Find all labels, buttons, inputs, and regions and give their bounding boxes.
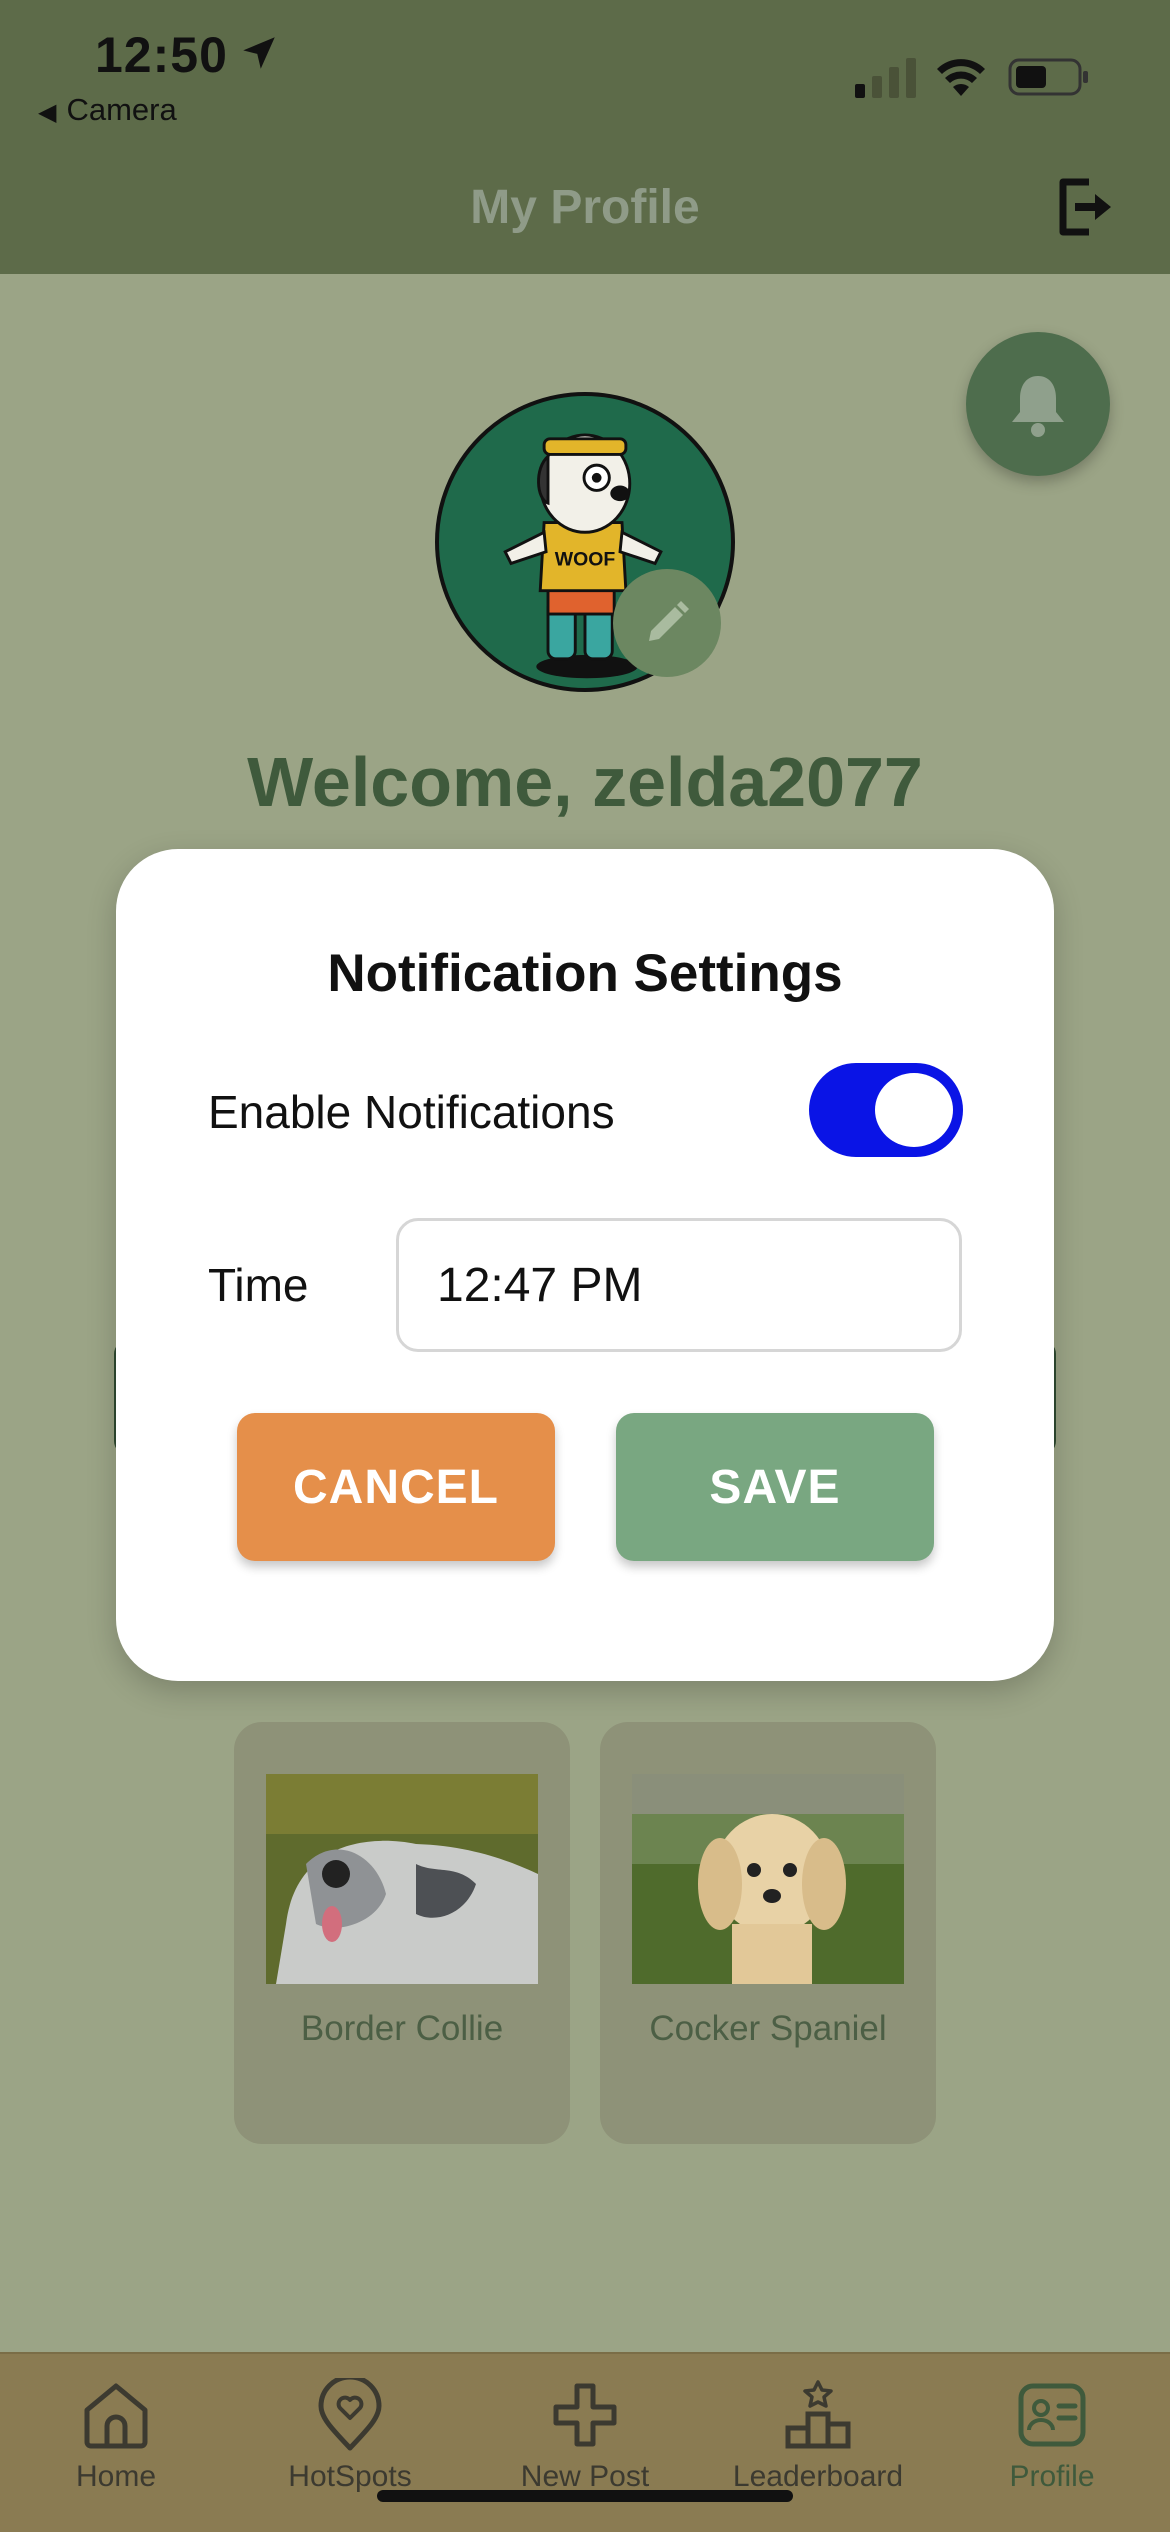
notification-settings-modal: Notification Settings Enable Notificatio… bbox=[116, 849, 1054, 1681]
tab-leaderboard[interactable]: Leaderboard bbox=[718, 2378, 918, 2494]
battery-icon bbox=[1008, 58, 1088, 96]
tab-label: New Post bbox=[520, 2460, 650, 2493]
podium-icon bbox=[785, 2380, 851, 2449]
time-input[interactable] bbox=[396, 1218, 962, 1352]
map-pin-icon bbox=[318, 2378, 382, 2451]
wifi-icon bbox=[937, 59, 985, 96]
cellular-signal-icon bbox=[855, 58, 916, 98]
back-to-camera-link[interactable]: ◀ Camera bbox=[38, 92, 177, 128]
enable-notifications-label: Enable Notifications bbox=[208, 1086, 615, 1138]
logout-icon[interactable] bbox=[1055, 176, 1117, 238]
welcome-heading: Welcome, zelda2077 bbox=[247, 743, 923, 821]
enable-notifications-toggle[interactable] bbox=[809, 1063, 963, 1157]
tab-home[interactable]: Home bbox=[16, 2378, 216, 2494]
tab-label: Home bbox=[75, 2460, 157, 2493]
edit-avatar-button[interactable] bbox=[613, 569, 721, 677]
breed-name: Cocker Spaniel bbox=[649, 2009, 887, 2048]
cocker-spaniel-photo bbox=[632, 1774, 904, 1984]
home-indicator bbox=[377, 2490, 793, 2502]
toggle-knob bbox=[875, 1073, 953, 1147]
back-camera-label: Camera bbox=[66, 92, 177, 127]
tab-label: Leaderboard bbox=[732, 2460, 904, 2493]
breed-card-cocker-spaniel[interactable]: Cocker Spaniel bbox=[600, 1722, 936, 2144]
location-arrow-icon bbox=[243, 37, 275, 69]
cancel-button[interactable]: CANCEL bbox=[237, 1413, 555, 1561]
notification-settings-button[interactable] bbox=[966, 332, 1110, 476]
breed-card-border-collie[interactable]: Border Collie bbox=[234, 1722, 570, 2144]
tab-profile[interactable]: Profile bbox=[952, 2378, 1152, 2494]
tab-hotspots[interactable]: HotSpots bbox=[250, 2378, 450, 2494]
id-card-icon bbox=[1018, 2383, 1086, 2447]
bell-icon bbox=[1012, 376, 1064, 437]
modal-title: Notification Settings bbox=[327, 944, 843, 1003]
home-icon bbox=[84, 2383, 148, 2449]
tab-label: HotSpots bbox=[288, 2460, 412, 2493]
plus-icon bbox=[553, 2383, 617, 2447]
back-triangle-icon: ◀ bbox=[38, 99, 57, 126]
tab-label: Profile bbox=[1009, 2460, 1095, 2493]
status-time: 12:50 bbox=[95, 27, 228, 83]
page-title: My Profile bbox=[470, 181, 700, 234]
tab-new-post[interactable]: New Post bbox=[485, 2378, 685, 2494]
pencil-icon bbox=[649, 601, 689, 641]
breed-name: Border Collie bbox=[300, 2009, 504, 2048]
svg-text:WOOF: WOOF bbox=[555, 548, 616, 570]
save-button[interactable]: SAVE bbox=[616, 1413, 934, 1561]
border-collie-photo bbox=[266, 1774, 538, 1984]
time-label: Time bbox=[208, 1259, 309, 1311]
